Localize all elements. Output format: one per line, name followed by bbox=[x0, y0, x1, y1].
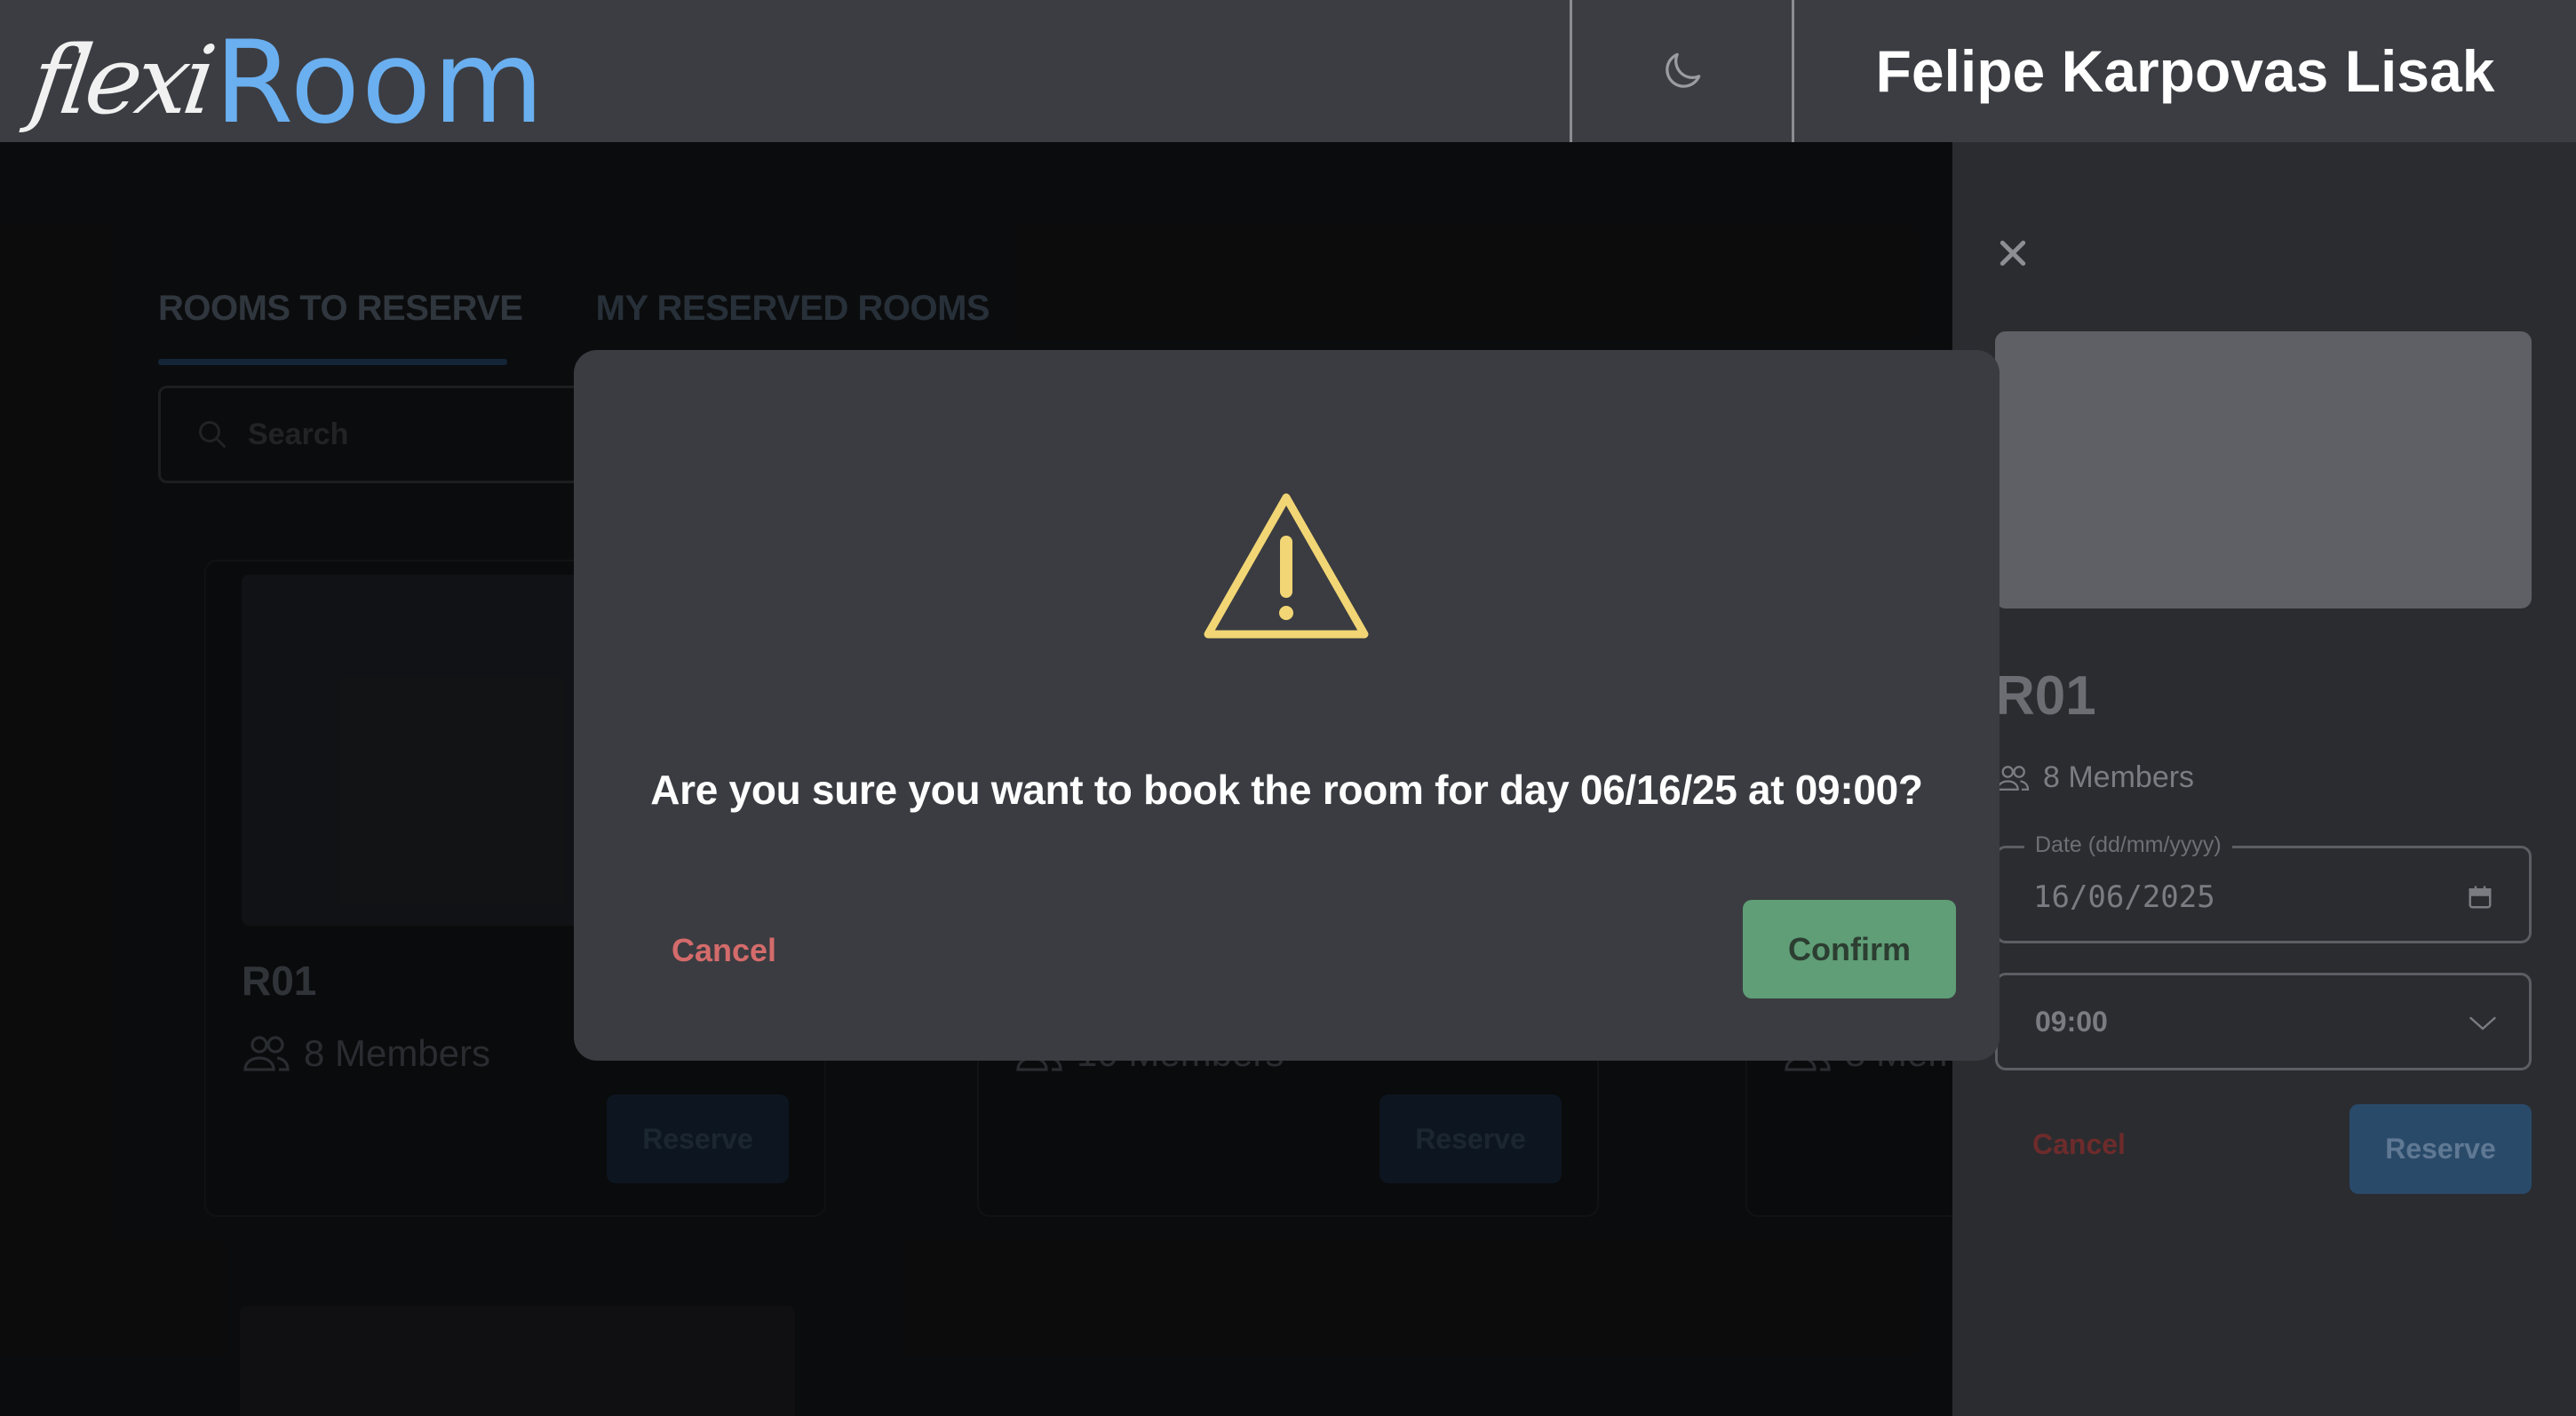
theme-toggle-button[interactable] bbox=[1572, 0, 1792, 142]
time-select-value: 09:00 bbox=[2035, 1005, 2108, 1038]
calendar-icon[interactable] bbox=[2467, 884, 2493, 911]
chevron-down-icon bbox=[2469, 1016, 2496, 1030]
dialog-cancel-button[interactable]: Cancel bbox=[657, 924, 791, 977]
logo-room-text: Room bbox=[214, 17, 546, 149]
panel-room-name: R01 bbox=[1995, 665, 2096, 727]
app-header: flexi Room Felipe Karpovas Lisak bbox=[0, 0, 2576, 142]
panel-room-members: 8 Members bbox=[1995, 760, 2194, 795]
time-select[interactable]: 09:00 bbox=[1995, 973, 2532, 1070]
users-icon bbox=[1996, 765, 2030, 791]
dialog-message: Are you sure you want to book the room f… bbox=[650, 767, 1923, 813]
user-name[interactable]: Felipe Karpovas Lisak bbox=[1794, 0, 2576, 142]
date-field-value: 16/06/2025 bbox=[2033, 879, 2215, 915]
logo: flexi Room bbox=[24, 16, 546, 149]
panel-members-text: 8 Members bbox=[2043, 760, 2195, 794]
date-field[interactable]: Date (dd/mm/yyyy) 16/06/2025 bbox=[1995, 832, 2532, 943]
close-panel-button[interactable] bbox=[1995, 235, 2031, 275]
moon-icon bbox=[1665, 52, 1700, 88]
panel-cancel-button[interactable]: Cancel bbox=[2032, 1128, 2126, 1161]
dialog-confirm-button[interactable]: Confirm bbox=[1743, 900, 1956, 998]
date-field-label: Date (dd/mm/yyyy) bbox=[2024, 832, 2232, 858]
close-icon bbox=[2000, 240, 2026, 266]
logo-flexi-text: flexi bbox=[24, 26, 218, 135]
warning-icon bbox=[1199, 489, 1373, 649]
panel-reserve-button[interactable]: Reserve bbox=[2349, 1104, 2532, 1194]
room-image bbox=[1995, 331, 2532, 609]
